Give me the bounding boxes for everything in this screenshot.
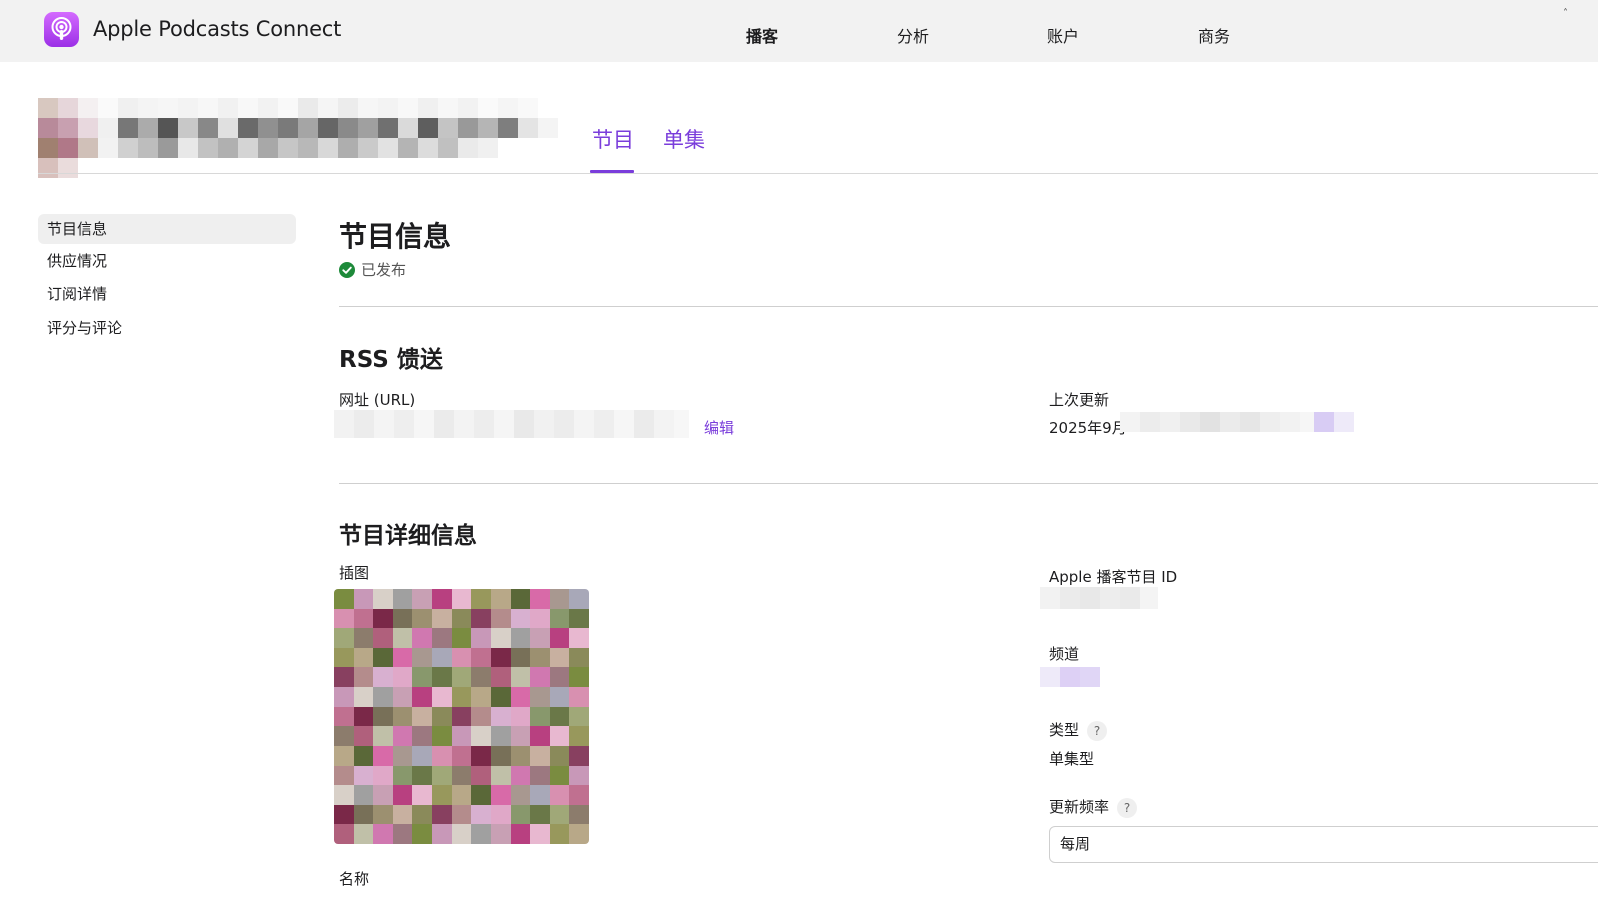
name-label: 名称: [339, 870, 370, 888]
header-divider: [38, 173, 1598, 174]
sidebar-item-availability[interactable]: 供应情况: [38, 246, 296, 276]
rss-heading: RSS 馈送: [339, 347, 443, 373]
app-title[interactable]: Apple Podcasts Connect: [93, 17, 341, 41]
sidebar-item-subscription-details[interactable]: 订阅详情: [38, 279, 296, 309]
frequency-label-text: 更新频率: [1049, 798, 1110, 816]
type-help-icon[interactable]: ?: [1087, 720, 1108, 741]
channel-value-redacted: [1040, 667, 1100, 687]
last-updated-label: 上次更新: [1049, 391, 1110, 409]
channel-label: 频道: [1049, 645, 1080, 663]
podcasts-icon[interactable]: [44, 12, 79, 47]
frequency-help-icon[interactable]: ?: [1117, 797, 1138, 818]
frequency-label: 更新频率?: [1049, 796, 1138, 818]
sidebar-item-show-info[interactable]: 节目信息: [38, 214, 296, 244]
nav-podcasts[interactable]: 播客: [746, 23, 778, 47]
rss-url-redacted: [334, 410, 689, 438]
podcast-id-redacted: [1040, 587, 1158, 609]
rss-edit-link[interactable]: 编辑: [704, 417, 734, 438]
type-label-text: 类型: [1049, 721, 1080, 739]
rss-url-label: 网址 (URL): [339, 391, 416, 409]
status-badge: 已发布: [339, 259, 406, 280]
podcast-id-label: Apple 播客节目 ID: [1049, 568, 1178, 586]
nav-account[interactable]: 账户: [1047, 23, 1079, 47]
nav-analytics[interactable]: 分析: [897, 23, 929, 47]
podcast-name-redacted: [20, 98, 580, 178]
last-updated-redacted: [1120, 412, 1354, 432]
artwork-image-redacted[interactable]: [334, 589, 589, 844]
top-bar: Apple Podcasts Connect 播客 分析 账户 商务 ˄: [0, 0, 1598, 62]
menu-edge-icon[interactable]: ˄: [1563, 8, 1569, 19]
type-value: 单集型: [1049, 750, 1095, 768]
artwork-label: 插图: [339, 564, 370, 582]
nav-business[interactable]: 商务: [1198, 23, 1230, 47]
section-divider: [339, 483, 1598, 484]
frequency-select[interactable]: 每周: [1049, 826, 1598, 863]
checkmark-circle-icon: [339, 261, 355, 278]
status-label: 已发布: [361, 261, 407, 279]
last-updated-value: 2025年9月: [1049, 419, 1127, 437]
section-divider: [339, 306, 1598, 307]
details-heading: 节目详细信息: [339, 523, 477, 549]
type-label: 类型?: [1049, 719, 1108, 741]
tab-show[interactable]: 节目: [592, 124, 634, 154]
page-title: 节目信息: [339, 220, 452, 253]
sidebar-item-ratings-reviews[interactable]: 评分与评论: [38, 313, 296, 343]
tab-episodes[interactable]: 单集: [663, 124, 705, 154]
